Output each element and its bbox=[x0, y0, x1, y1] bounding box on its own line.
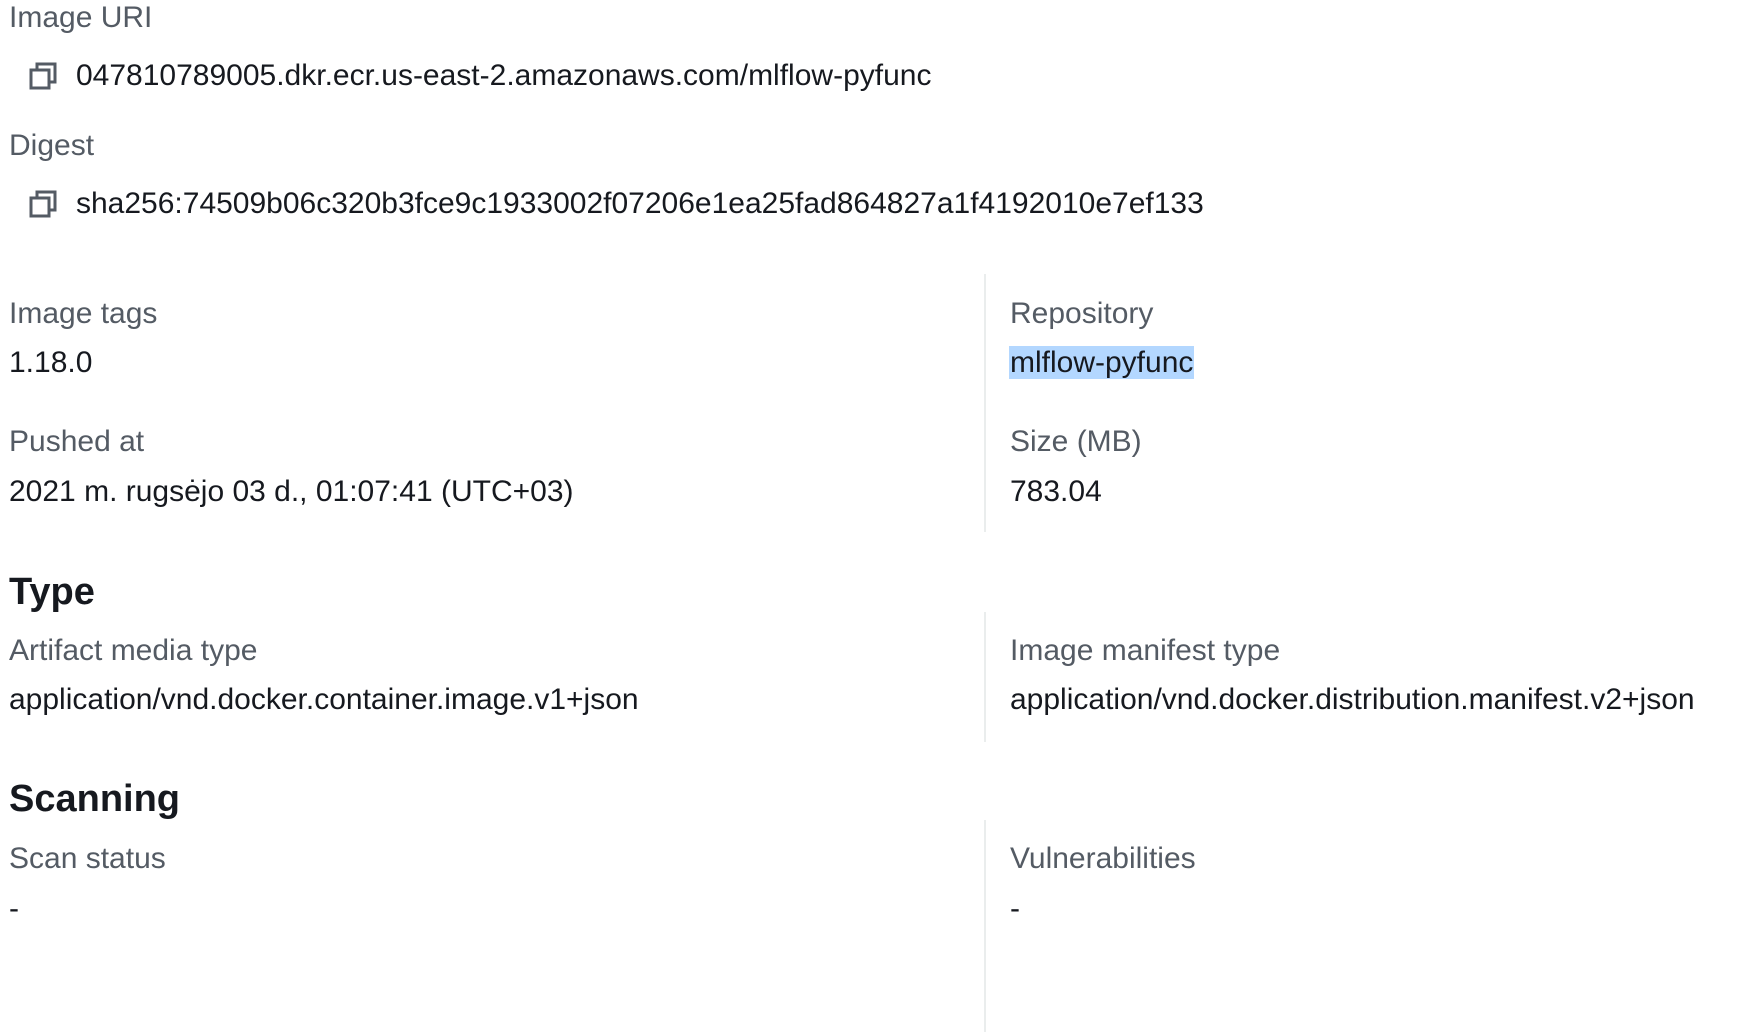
image-manifest-type-value: application/vnd.docker.distribution.mani… bbox=[1010, 683, 1695, 716]
digest-label: Digest bbox=[9, 129, 95, 162]
scanning-heading: Scanning bbox=[9, 778, 181, 820]
pushed-at-label: Pushed at bbox=[9, 425, 145, 458]
size-value: 783.04 bbox=[1010, 475, 1102, 508]
image-tags-label: Image tags bbox=[9, 297, 158, 330]
digest-row: sha256:74509b06c320b3fce9c1933002f07206e… bbox=[26, 186, 1204, 222]
digest-value: sha256:74509b06c320b3fce9c1933002f07206e… bbox=[76, 187, 1204, 220]
image-uri-label: Image URI bbox=[9, 1, 153, 34]
vulnerabilities-label: Vulnerabilities bbox=[1010, 842, 1196, 875]
image-uri-value: 047810789005.dkr.ecr.us-east-2.amazonaws… bbox=[76, 59, 932, 92]
repository-value[interactable]: mlflow-pyfunc bbox=[1009, 345, 1195, 381]
type-heading: Type bbox=[9, 571, 95, 613]
vulnerabilities-value: - bbox=[1010, 892, 1020, 925]
image-tags-value: 1.18.0 bbox=[9, 346, 93, 379]
scan-status-value: - bbox=[9, 892, 19, 925]
artifact-media-type-label: Artifact media type bbox=[9, 634, 258, 667]
copy-icon[interactable] bbox=[26, 59, 60, 93]
type-divider bbox=[984, 612, 986, 742]
scan-status-label: Scan status bbox=[9, 842, 166, 875]
details-divider bbox=[984, 274, 986, 532]
pushed-at-value: 2021 m. rugsėjo 03 d., 01:07:41 (UTC+03) bbox=[9, 475, 574, 508]
image-uri-row: 047810789005.dkr.ecr.us-east-2.amazonaws… bbox=[26, 58, 931, 94]
repository-label: Repository bbox=[1010, 297, 1154, 330]
copy-icon[interactable] bbox=[26, 187, 60, 221]
size-label: Size (MB) bbox=[1010, 425, 1142, 458]
image-manifest-type-label: Image manifest type bbox=[1010, 634, 1281, 667]
artifact-media-type-value: application/vnd.docker.container.image.v… bbox=[9, 683, 639, 716]
repository-value-text[interactable]: mlflow-pyfunc bbox=[1009, 346, 1195, 379]
scanning-divider bbox=[984, 820, 986, 1032]
